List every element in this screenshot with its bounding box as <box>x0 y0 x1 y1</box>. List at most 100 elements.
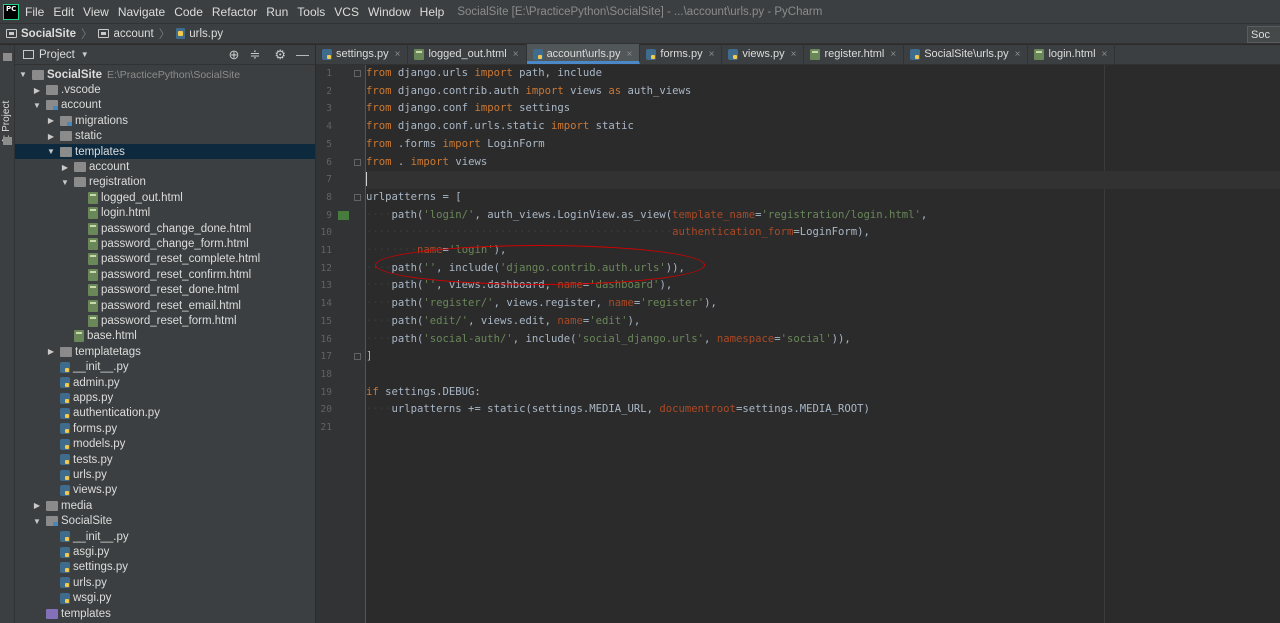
minimize-icon[interactable]: — <box>296 47 309 62</box>
gear-icon[interactable]: ⚙ <box>274 47 286 63</box>
breadcrumb-folder[interactable]: account <box>92 28 154 40</box>
expanded-arrow-icon[interactable]: ▼ <box>18 70 28 79</box>
close-tab-icon[interactable]: × <box>709 49 715 60</box>
tree-item[interactable]: password_reset_complete.html <box>15 252 315 267</box>
editor-tab[interactable]: register.html × <box>804 44 905 64</box>
tree-item[interactable]: ▼ SocialSite E:\PracticePython\SocialSite <box>15 67 315 82</box>
fold-marker-icon[interactable] <box>354 70 361 77</box>
implementation-gutter-icon[interactable] <box>338 210 349 220</box>
tree-item[interactable]: ▼ templates <box>15 144 315 160</box>
menu-vcs[interactable]: VCS <box>334 5 359 19</box>
tree-item[interactable]: ▼ SocialSite <box>15 514 315 529</box>
tree-item[interactable]: settings.py <box>15 560 315 575</box>
tree-item[interactable]: models.py <box>15 437 315 452</box>
close-tab-icon[interactable]: × <box>1102 49 1108 60</box>
locate-file-icon[interactable]: ⊕ <box>229 47 240 63</box>
tree-item[interactable]: __init__.py <box>15 360 315 375</box>
breadcrumb-project[interactable]: SocialSite <box>0 28 76 40</box>
editor-tab[interactable]: login.html × <box>1028 44 1116 64</box>
menu-navigate[interactable]: Navigate <box>118 5 165 19</box>
tree-item[interactable]: views.py <box>15 483 315 498</box>
expanded-arrow-icon[interactable]: ▼ <box>60 178 70 187</box>
close-tab-icon[interactable]: × <box>791 49 797 60</box>
collapsed-arrow-icon[interactable]: ▶ <box>32 501 42 510</box>
tree-item[interactable]: ▶ account <box>15 159 315 174</box>
close-tab-icon[interactable]: × <box>1015 49 1021 60</box>
tree-item[interactable]: admin.py <box>15 375 315 390</box>
html-file-icon <box>88 253 98 266</box>
expanded-arrow-icon[interactable]: ▼ <box>32 101 42 110</box>
collapsed-arrow-icon[interactable]: ▶ <box>32 86 42 95</box>
collapsed-arrow-icon[interactable]: ▶ <box>46 347 56 356</box>
editor-tab[interactable]: views.py × <box>722 44 805 64</box>
expanded-arrow-icon[interactable]: ▼ <box>32 517 42 526</box>
tree-item[interactable]: tests.py <box>15 452 315 467</box>
tree-item[interactable]: password_change_form.html <box>15 236 315 251</box>
tree-item[interactable]: login.html <box>15 206 315 221</box>
structure-tool-icon[interactable] <box>3 137 12 145</box>
menu-refactor[interactable]: Refactor <box>212 5 257 19</box>
menu-run[interactable]: Run <box>266 5 288 19</box>
tree-item[interactable]: wsgi.py <box>15 591 315 606</box>
editor-tab[interactable]: settings.py × <box>316 44 409 64</box>
menu-code[interactable]: Code <box>174 5 203 19</box>
line-number: 2 <box>326 85 332 97</box>
menu-help[interactable]: Help <box>420 5 445 19</box>
code-token: =LoginForm), <box>793 226 870 239</box>
tree-item-label: media <box>61 499 93 512</box>
menu-tools[interactable]: Tools <box>297 5 325 19</box>
fold-marker-icon[interactable] <box>354 353 361 361</box>
collapsed-arrow-icon[interactable]: ▶ <box>46 116 56 125</box>
tree-item[interactable]: ▶ media <box>15 498 315 513</box>
tree-item[interactable]: authentication.py <box>15 406 315 421</box>
tree-item[interactable]: ▼ registration <box>15 175 315 190</box>
collapse-all-icon[interactable]: ≑ <box>249 47 260 63</box>
tree-item[interactable]: logged_out.html <box>15 190 315 205</box>
tree-item[interactable]: ▼ account <box>15 98 315 113</box>
tree-item[interactable]: password_reset_form.html <box>15 313 315 328</box>
python-file-icon <box>60 377 70 389</box>
editor-tab[interactable]: account\urls.py × <box>526 44 641 64</box>
folder-icon <box>74 162 86 173</box>
tree-item[interactable]: password_reset_confirm.html <box>15 267 315 282</box>
tree-item[interactable]: asgi.py <box>15 544 315 559</box>
editor-tab[interactable]: forms.py × <box>640 44 723 64</box>
project-tool-icon[interactable] <box>3 53 12 61</box>
collapsed-arrow-icon[interactable]: ▶ <box>46 132 56 141</box>
tree-item[interactable]: apps.py <box>15 390 315 405</box>
chevron-down-icon[interactable]: ▼ <box>81 50 89 59</box>
tree-item[interactable]: ▶ .vscode <box>15 82 315 97</box>
python-file-icon <box>322 48 332 60</box>
pycharm-logo-icon: PC <box>3 3 19 20</box>
menu-window[interactable]: Window <box>368 5 411 19</box>
tree-item[interactable]: urls.py <box>15 467 315 482</box>
tree-item[interactable]: __init__.py <box>15 529 315 544</box>
editor-tab[interactable]: SocialSite\urls.py × <box>904 44 1029 64</box>
tree-item[interactable]: base.html <box>15 329 315 344</box>
run-configuration-selector[interactable]: Soc <box>1247 26 1280 43</box>
fold-marker-icon[interactable] <box>354 158 361 166</box>
close-tab-icon[interactable]: × <box>513 49 519 60</box>
collapsed-arrow-icon[interactable]: ▶ <box>60 163 70 172</box>
tree-item[interactable]: password_change_done.html <box>15 221 315 236</box>
expanded-arrow-icon[interactable]: ▼ <box>46 147 56 156</box>
menu-view[interactable]: View <box>83 5 109 19</box>
breadcrumb-file[interactable]: urls.py <box>170 28 223 40</box>
tree-item[interactable]: ▶ static <box>15 129 315 144</box>
tree-item[interactable]: forms.py <box>15 421 315 436</box>
code-editor[interactable]: 1 2 3 4 5 6 7 8 9 10 11 12 13 14 15 16 17 18 19 20 21 from d… <box>316 65 1280 623</box>
tree-item[interactable]: password_reset_email.html <box>15 298 315 313</box>
tree-item[interactable]: ▶ templatetags <box>15 344 315 359</box>
menu-edit[interactable]: Edit <box>53 5 74 19</box>
fold-marker-icon[interactable] <box>354 193 361 201</box>
tree-item[interactable]: ▶ migrations <box>15 113 315 128</box>
editor-tab[interactable]: logged_out.html × <box>408 44 527 64</box>
menu-file[interactable]: File <box>25 5 44 19</box>
tree-item[interactable]: password_reset_done.html <box>15 283 315 298</box>
close-tab-icon[interactable]: × <box>395 49 401 60</box>
close-tab-icon[interactable]: × <box>627 49 633 60</box>
tree-item[interactable]: templates <box>15 606 315 621</box>
project-view-selector[interactable]: Project <box>39 49 75 61</box>
close-tab-icon[interactable]: × <box>890 49 896 60</box>
tree-item[interactable]: urls.py <box>15 575 315 590</box>
